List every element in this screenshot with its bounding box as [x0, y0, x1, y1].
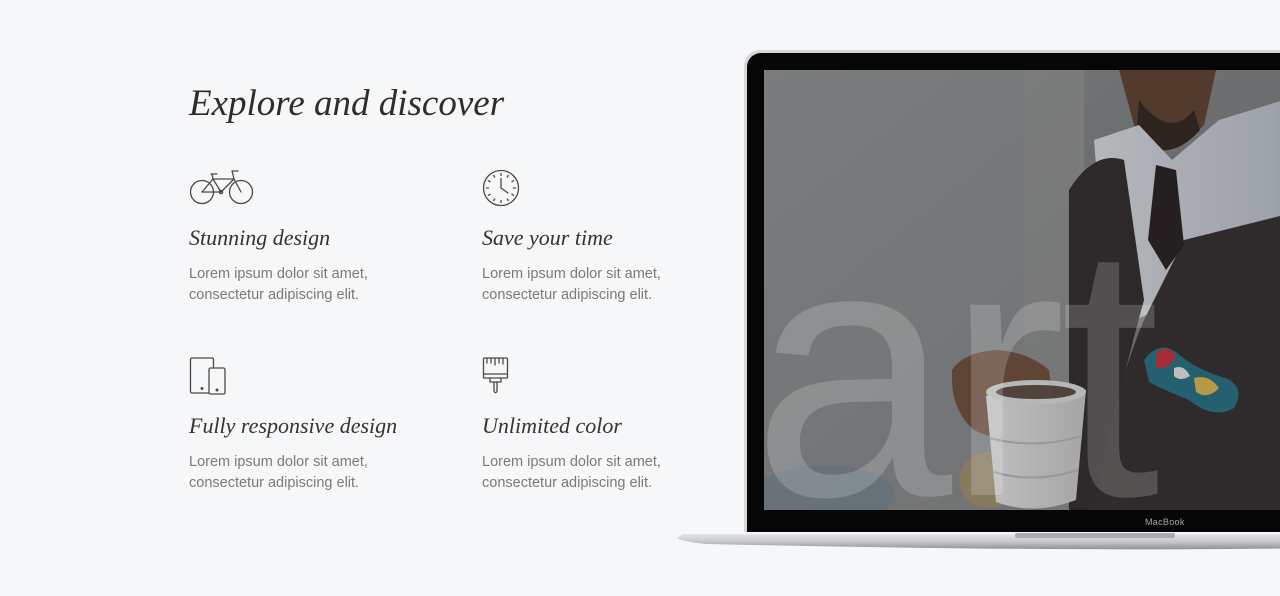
laptop-screen: art [764, 70, 1280, 510]
feature-description: Lorem ipsum dolor sit amet, consectetur … [189, 454, 368, 491]
feature-description: Lorem ipsum dolor sit amet, consectetur … [189, 266, 368, 303]
feature-title: Stunning design [189, 225, 331, 250]
bicycle-icon [189, 167, 449, 209]
feature-title: Unlimited color [482, 413, 622, 438]
devices-icon [189, 355, 449, 397]
screen-watermark: art [764, 170, 1161, 510]
laptop-bezel: art MacBook [747, 53, 1280, 532]
section-title: Explore and discover [189, 83, 505, 124]
laptop-mockup: art MacBook [677, 50, 1280, 550]
feature-stunning-design: Stunning design Lorem ipsum dolor sit am… [189, 167, 449, 303]
laptop-lid: art MacBook [744, 50, 1280, 532]
feature-title: Save your time [482, 225, 613, 250]
feature-title: Fully responsive design [189, 413, 398, 438]
hero-photo: art [764, 70, 1280, 510]
feature-fully-responsive-design: Fully responsive design Lorem ipsum dolo… [189, 355, 449, 491]
laptop-base [677, 533, 1280, 550]
macbook-label: MacBook [1145, 517, 1185, 527]
